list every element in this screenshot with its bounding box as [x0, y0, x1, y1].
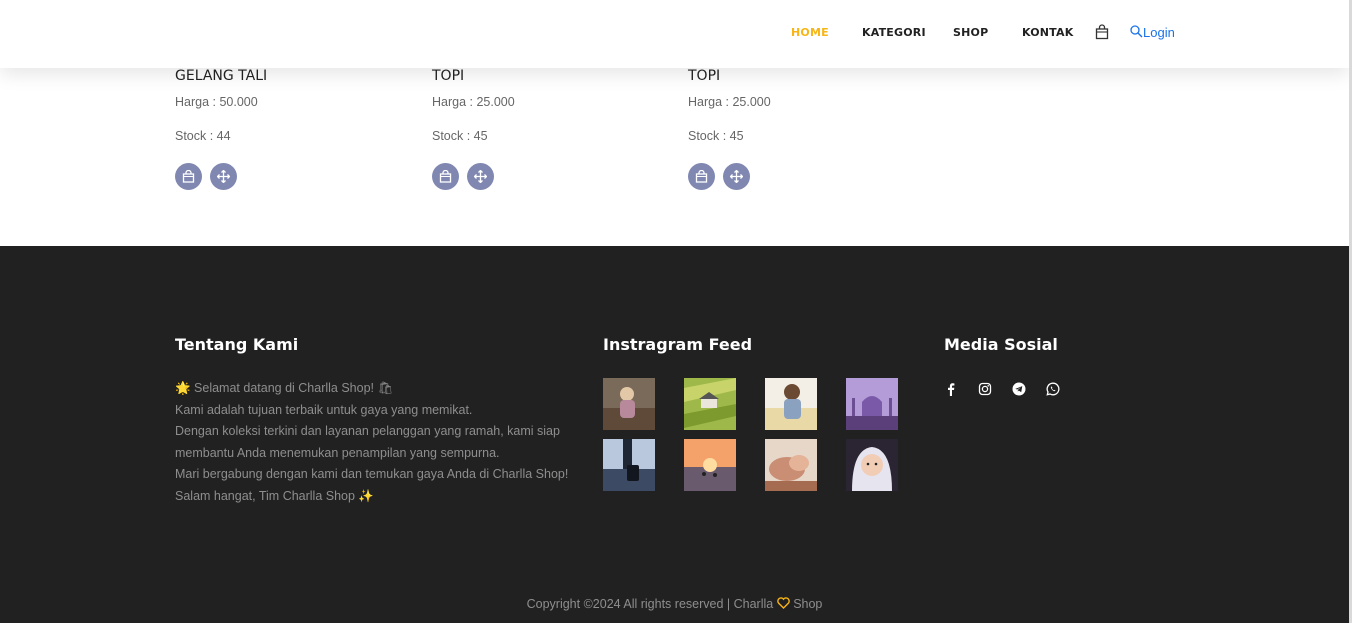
instagram-icon[interactable]	[978, 382, 992, 396]
about-line: Mari bergabung dengan kami dan temukan g…	[175, 467, 569, 482]
product-price: Harga : 25.000	[688, 95, 771, 109]
about-line: Dengan koleksi terkini dan layanan pelan…	[175, 424, 560, 460]
about-line: Kami adalah tujuan terbaik untuk gaya ya…	[175, 402, 473, 417]
login-link[interactable]: Login	[1143, 25, 1175, 40]
product-card: TOPI Harga : 25.000 Stock : 45	[688, 68, 928, 190]
product-title[interactable]: TOPI	[688, 68, 928, 84]
social-links	[944, 382, 1060, 396]
nav-kategori[interactable]: KATEGORI	[862, 26, 926, 39]
product-price: Harga : 25.000	[432, 95, 515, 109]
instagram-photo[interactable]	[846, 439, 898, 491]
nav-home[interactable]: HOME	[791, 26, 829, 39]
copyright-suffix: Shop	[793, 597, 823, 611]
instagram-photo[interactable]	[684, 439, 736, 491]
about-text: 🌟 Selamat datang di Charlla Shop! 🛍 Kami…	[175, 378, 575, 508]
view-detail-button[interactable]	[210, 163, 237, 190]
product-stock: Stock : 45	[688, 129, 744, 143]
copyright-text: Copyright ©2024 All rights reserved | Ch…	[0, 597, 1349, 611]
nav-kontak[interactable]: KONTAK	[1022, 26, 1073, 39]
product-stock: Stock : 44	[175, 129, 231, 143]
site-footer: Tentang Kami 🌟 Selamat datang di Charlla…	[0, 246, 1349, 623]
nav-shop[interactable]: SHOP	[953, 26, 988, 39]
add-to-cart-button[interactable]	[432, 163, 459, 190]
whatsapp-icon[interactable]	[1046, 382, 1060, 396]
shopping-bag-icon	[695, 170, 708, 183]
instagram-photo[interactable]	[765, 439, 817, 491]
heart-icon	[776, 597, 790, 609]
about-heading: Tentang Kami	[175, 335, 299, 354]
product-title[interactable]: GELANG TALI	[175, 68, 415, 84]
instagram-heading: Instragram Feed	[603, 335, 753, 354]
shopping-bag-icon	[439, 170, 452, 183]
add-to-cart-button[interactable]	[175, 163, 202, 190]
social-heading: Media Sosial	[944, 335, 1058, 354]
move-icon	[730, 170, 743, 183]
instagram-photo[interactable]	[603, 439, 655, 491]
product-title[interactable]: TOPI	[432, 68, 672, 84]
instagram-feed	[603, 378, 903, 491]
move-icon	[474, 170, 487, 183]
shopping-bag-icon[interactable]	[1095, 24, 1109, 40]
move-icon	[217, 170, 230, 183]
instagram-photo[interactable]	[684, 378, 736, 430]
product-card: GELANG TALI Harga : 50.000 Stock : 44	[175, 68, 415, 190]
about-line: Salam hangat, Tim Charlla Shop ✨	[175, 488, 374, 503]
shopping-bag-icon	[182, 170, 195, 183]
view-detail-button[interactable]	[467, 163, 494, 190]
instagram-photo[interactable]	[765, 378, 817, 430]
instagram-photo[interactable]	[846, 378, 898, 430]
telegram-icon[interactable]	[1012, 382, 1026, 396]
about-line: 🌟 Selamat datang di Charlla Shop! 🛍	[175, 381, 394, 395]
product-stock: Stock : 45	[432, 129, 488, 143]
instagram-photo[interactable]	[603, 378, 655, 430]
view-detail-button[interactable]	[723, 163, 750, 190]
search-icon[interactable]	[1130, 25, 1143, 38]
add-to-cart-button[interactable]	[688, 163, 715, 190]
product-price: Harga : 50.000	[175, 95, 258, 109]
site-header: HOME KATEGORI SHOP KONTAK Login	[0, 0, 1349, 68]
facebook-icon[interactable]	[944, 382, 958, 396]
product-card: TOPI Harga : 25.000 Stock : 45	[432, 68, 672, 190]
copyright-prefix: Copyright ©2024 All rights reserved | Ch…	[526, 597, 774, 611]
